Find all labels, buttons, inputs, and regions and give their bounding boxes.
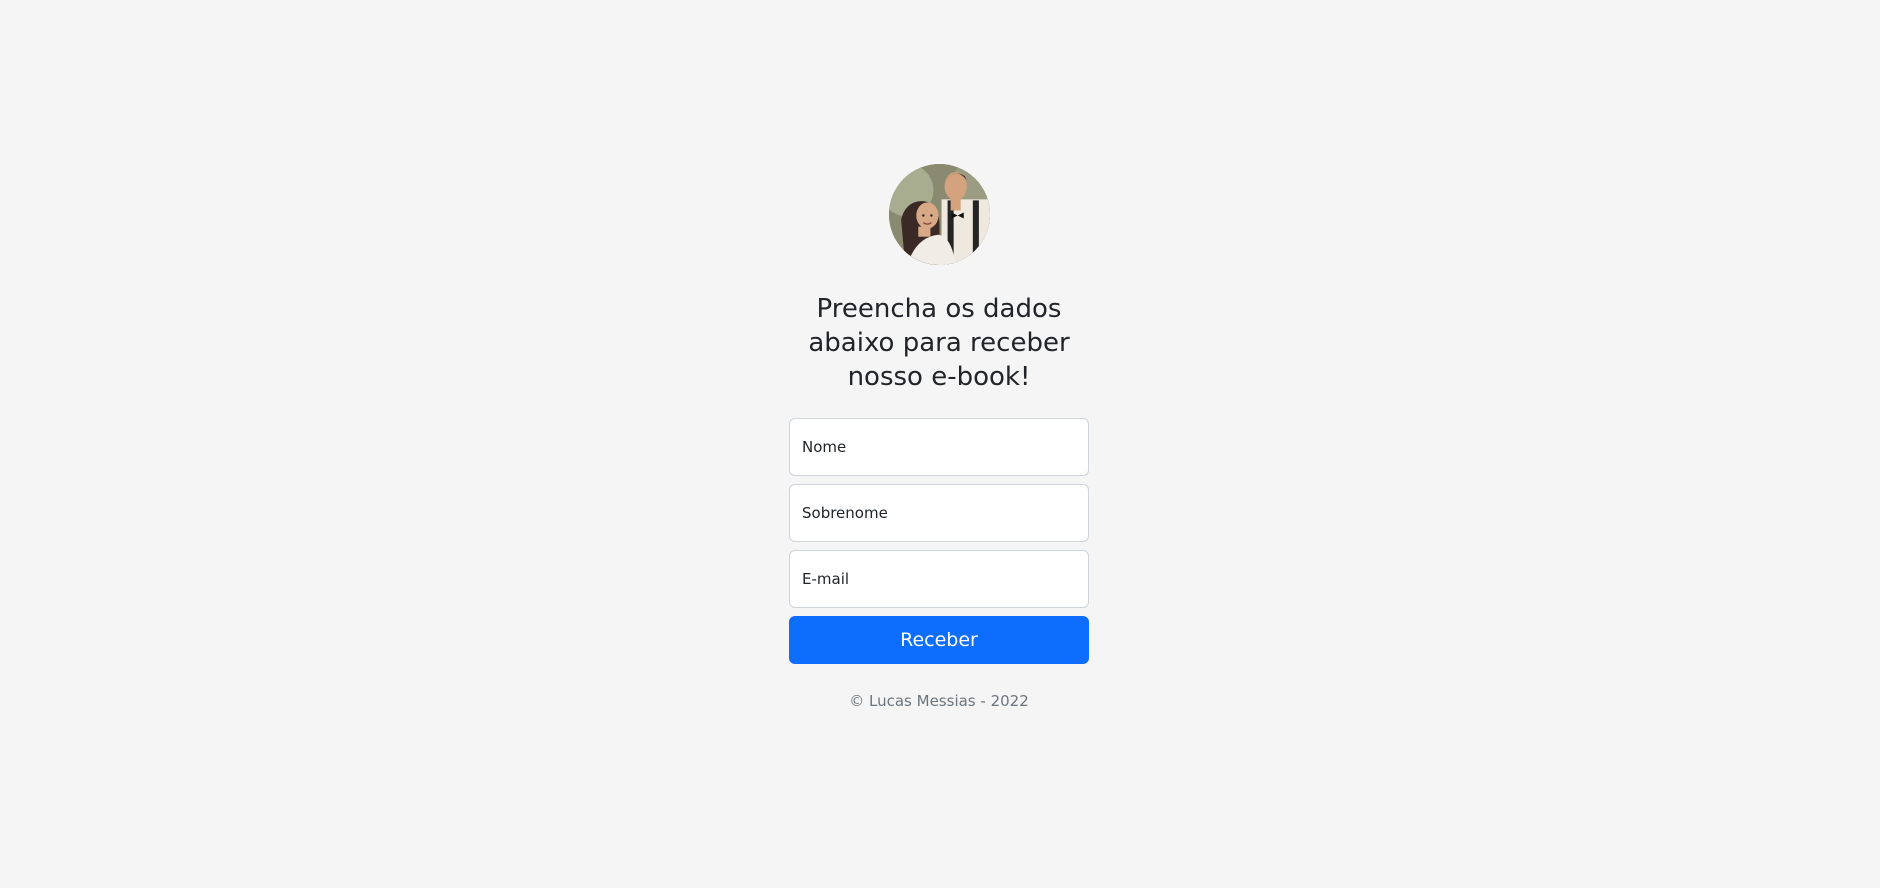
- avatar-image: [888, 164, 990, 265]
- email-input[interactable]: [789, 550, 1089, 608]
- page: Preencha os dados abaixo para receber no…: [0, 0, 1880, 888]
- footer-copyright: © Lucas Messias - 2022: [849, 692, 1029, 710]
- submit-button[interactable]: Receber: [789, 616, 1089, 664]
- first-name-input[interactable]: [789, 418, 1089, 476]
- page-title: Preencha os dados abaixo para receber no…: [808, 294, 1070, 392]
- signup-form-container: Preencha os dados abaixo para receber no…: [789, 164, 1089, 710]
- last-name-input[interactable]: [789, 484, 1089, 542]
